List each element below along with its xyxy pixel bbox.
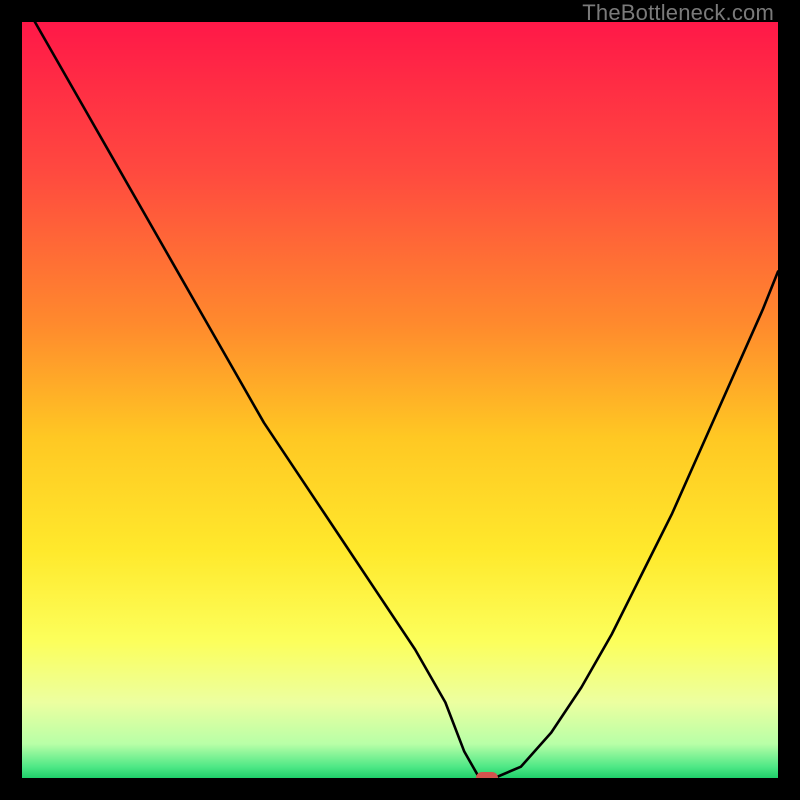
plot-area bbox=[22, 22, 778, 778]
chart-container: TheBottleneck.com bbox=[0, 0, 800, 800]
bottleneck-curve bbox=[22, 22, 778, 778]
optimal-point-marker bbox=[476, 772, 498, 778]
